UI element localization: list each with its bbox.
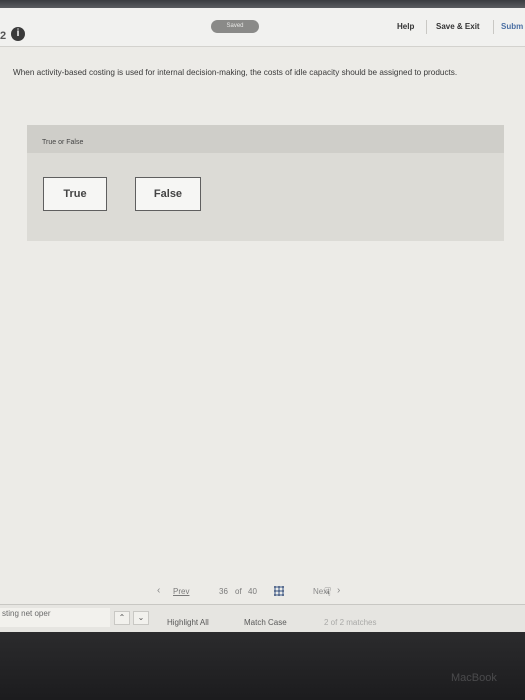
grid-icon[interactable] — [274, 586, 284, 596]
browser-top-edge — [0, 0, 525, 8]
answer-type-bar: True or False — [27, 125, 504, 153]
page-total: 40 — [248, 587, 257, 596]
find-next-icon[interactable]: ⌄ — [133, 611, 149, 625]
save-exit-link[interactable]: Save & Exit — [436, 22, 480, 31]
answer-panel: True or False True False — [27, 125, 504, 241]
hand-cursor-icon: ☟ — [324, 585, 332, 599]
find-input[interactable]: sting net oper — [0, 608, 110, 627]
page-of-label: of — [235, 587, 242, 596]
header-divider — [426, 20, 427, 34]
question-number: 2 — [0, 30, 7, 42]
match-case-toggle[interactable]: Match Case — [244, 618, 287, 627]
true-button[interactable]: True — [43, 177, 107, 211]
header-divider — [493, 20, 494, 34]
chevron-left-icon[interactable]: ‹ — [157, 585, 160, 596]
prev-button[interactable]: Prev — [173, 587, 189, 596]
false-button[interactable]: False — [135, 177, 201, 211]
saved-status-badge: Saved — [211, 20, 259, 33]
question-text: When activity-based costing is used for … — [13, 68, 458, 77]
submit-link[interactable]: Subm — [501, 22, 523, 31]
laptop-bezel — [0, 632, 525, 700]
bezel-brand-text: MacBook — [451, 672, 497, 684]
quiz-header: 2 i Saved Help Save & Exit Subm — [0, 8, 525, 47]
chevron-right-icon[interactable]: › — [337, 585, 340, 596]
info-icon[interactable]: i — [11, 27, 25, 41]
answer-type-label: True or False — [42, 139, 84, 146]
highlight-all-toggle[interactable]: Highlight All — [167, 618, 209, 627]
find-previous-icon[interactable]: ⌃ — [114, 611, 130, 625]
help-link[interactable]: Help — [397, 22, 414, 31]
find-status: 2 of 2 matches — [324, 618, 377, 627]
page-current: 36 — [219, 587, 228, 596]
